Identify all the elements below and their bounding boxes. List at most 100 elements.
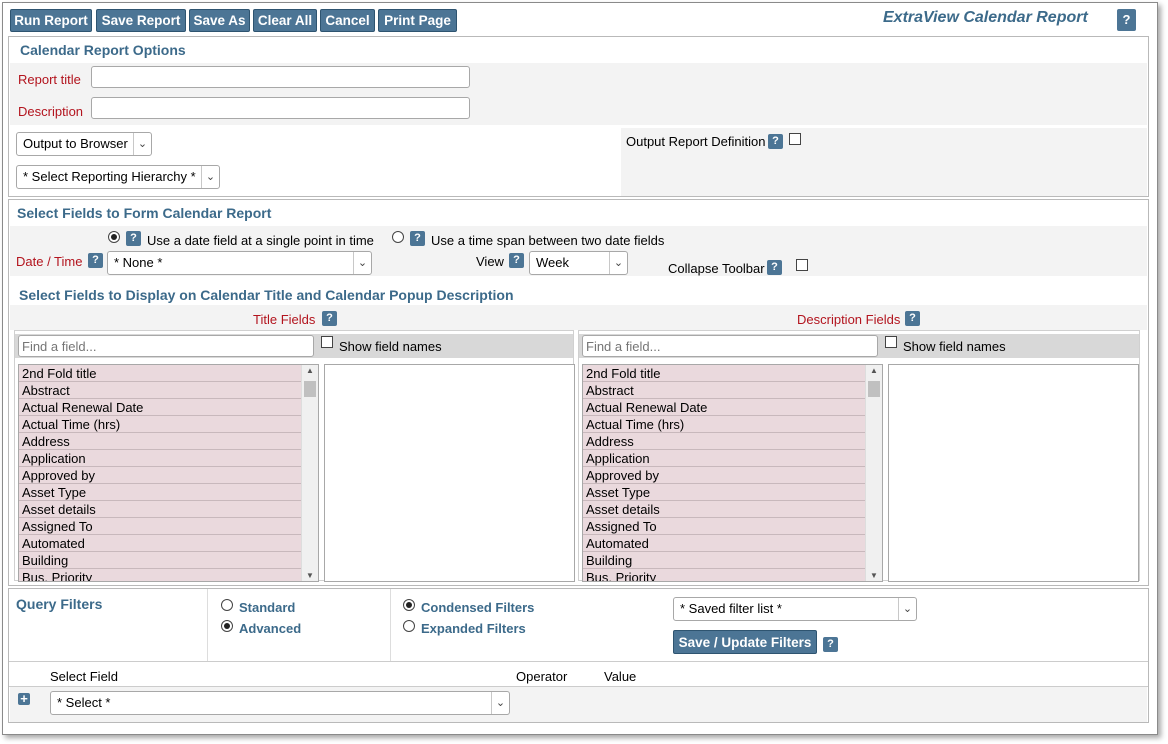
list-item[interactable]: Automated (19, 535, 318, 552)
description-fields-panel: Show field names 2nd Fold titleAbstractA… (578, 330, 1140, 582)
advanced-radio[interactable] (221, 620, 233, 632)
chevron-down-icon: ⌄ (491, 692, 509, 714)
scrollbar[interactable]: ▲ ▼ (301, 365, 318, 581)
help-icon[interactable]: ? (88, 253, 103, 268)
help-icon[interactable]: ? (509, 253, 524, 268)
expanded-radio[interactable] (403, 620, 415, 632)
options-section: Calendar Report Options Report title Des… (8, 36, 1149, 197)
condensed-radio[interactable] (403, 599, 415, 611)
help-icon[interactable]: ? (322, 311, 337, 326)
time-span-radio[interactable] (392, 231, 404, 243)
description-available-list[interactable]: 2nd Fold title Abstract Actual Renewal Dat… (582, 364, 883, 582)
list-item[interactable]: Address (583, 433, 882, 450)
save-report-button[interactable]: Save Report (96, 9, 186, 32)
list-item[interactable]: Bus. Priority (19, 569, 318, 581)
save-as-button[interactable]: Save As (189, 9, 250, 32)
standard-radio[interactable] (221, 599, 233, 611)
report-title-input[interactable] (91, 66, 470, 88)
scroll-up-icon[interactable]: ▲ (302, 366, 318, 375)
list-item[interactable]: 2nd Fold title (19, 365, 318, 382)
list-item[interactable]: Address (19, 433, 318, 450)
single-point-radio[interactable] (108, 231, 120, 243)
title-available-list[interactable]: 2nd Fold title Abstract Actual Renewal Dat… (18, 364, 319, 582)
list-item[interactable]: Asset Type (583, 484, 882, 501)
title-field-list: 2nd Fold title Abstract Actual Renewal Dat… (19, 365, 318, 581)
help-icon[interactable]: ? (823, 637, 838, 652)
title-fields-panel: Show field names 2nd Fold titleAbstractA… (14, 330, 575, 582)
list-item[interactable]: Automated (583, 535, 882, 552)
title-selected-list[interactable] (324, 364, 575, 582)
help-icon[interactable]: ? (905, 311, 920, 326)
value-header: Value (604, 669, 637, 684)
list-item[interactable]: Asset details (19, 501, 318, 518)
chevron-down-icon: ⌄ (898, 598, 916, 620)
help-icon[interactable]: ? (767, 260, 782, 275)
list-item[interactable]: Asset Type (19, 484, 318, 501)
help-icon[interactable]: ? (410, 231, 425, 246)
clear-all-button[interactable]: Clear All (253, 9, 317, 32)
list-item[interactable]: Abstract (19, 382, 318, 399)
output-definition-checkbox[interactable] (789, 133, 801, 145)
list-item[interactable]: Application (19, 450, 318, 467)
condensed-label: Condensed Filters (421, 600, 535, 615)
add-filter-icon[interactable]: + (18, 692, 30, 705)
saved-filter-select[interactable]: * Saved filter list * ⌄ (673, 597, 917, 621)
list-item[interactable]: Approved by (19, 467, 318, 484)
print-page-button[interactable]: Print Page (378, 9, 457, 32)
list-item[interactable]: Bus. Priority (583, 569, 882, 581)
standard-label: Standard (239, 600, 296, 615)
list-item[interactable]: Building (583, 552, 882, 569)
options-title: Calendar Report Options (20, 42, 186, 58)
list-item[interactable]: Approved by (583, 467, 882, 484)
advanced-label: Advanced (239, 621, 302, 636)
scrollbar[interactable]: ▲ ▼ (865, 365, 882, 581)
help-icon[interactable]: ? (1117, 9, 1136, 31)
date-time-label: Date / Time (16, 254, 83, 269)
date-time-select[interactable]: * None * ⌄ (107, 251, 372, 275)
title-show-names-checkbox[interactable] (321, 336, 333, 348)
filters-section: Query Filters Standard Advanced Condense… (8, 588, 1149, 723)
app-title: ExtraView Calendar Report (883, 9, 1088, 26)
description-find-input[interactable] (582, 335, 878, 357)
cancel-button[interactable]: Cancel (320, 9, 375, 32)
time-span-label: Use a time span between two date fields (431, 233, 665, 248)
list-item[interactable]: Asset details (583, 501, 882, 518)
scroll-down-icon[interactable]: ▼ (302, 571, 318, 580)
select-field-header: Select Field (50, 669, 118, 684)
title-fields-label: Title Fields (253, 312, 316, 327)
filter-field-select[interactable]: * Select * ⌄ (50, 691, 510, 715)
list-item[interactable]: Abstract (583, 382, 882, 399)
list-item[interactable]: 2nd Fold title (583, 365, 882, 382)
description-input[interactable] (91, 97, 470, 119)
help-icon[interactable]: ? (768, 134, 783, 149)
save-update-filters-button[interactable]: Save / Update Filters (673, 630, 817, 654)
list-item[interactable]: Actual Time (hrs) (19, 416, 318, 433)
help-icon[interactable]: ? (126, 231, 141, 246)
title-find-input[interactable] (18, 335, 314, 357)
list-item[interactable]: Building (19, 552, 318, 569)
display-title: Select Fields to Display on Calendar Tit… (19, 287, 514, 303)
scroll-up-icon[interactable]: ▲ (866, 366, 882, 375)
run-report-button[interactable]: Run Report (10, 9, 92, 32)
list-item[interactable]: Assigned To (583, 518, 882, 535)
list-item[interactable]: Actual Renewal Date (583, 399, 882, 416)
hierarchy-select[interactable]: * Select Reporting Hierarchy * ⌄ (16, 165, 220, 189)
list-item[interactable]: Assigned To (19, 518, 318, 535)
description-selected-list[interactable] (888, 364, 1139, 582)
description-label: Description (18, 104, 84, 119)
report-window: Run Report Save Report Save As Clear All… (2, 2, 1158, 735)
collapse-toolbar-checkbox[interactable] (796, 259, 808, 271)
description-show-names-label: Show field names (903, 339, 1006, 354)
list-item[interactable]: Actual Renewal Date (19, 399, 318, 416)
chevron-down-icon: ⌄ (133, 133, 151, 155)
scroll-down-icon[interactable]: ▼ (866, 571, 882, 580)
fields-section: Select Fields to Form Calendar Report ? … (8, 199, 1149, 586)
chevron-down-icon: ⌄ (201, 166, 219, 188)
list-item[interactable]: Application (583, 450, 882, 467)
description-fields-label: Description Fields (797, 312, 901, 327)
output-select[interactable]: Output to Browser ⌄ (16, 132, 152, 156)
view-label: View (476, 254, 504, 269)
description-show-names-checkbox[interactable] (885, 336, 897, 348)
view-select[interactable]: Week ⌄ (529, 251, 628, 275)
list-item[interactable]: Actual Time (hrs) (583, 416, 882, 433)
